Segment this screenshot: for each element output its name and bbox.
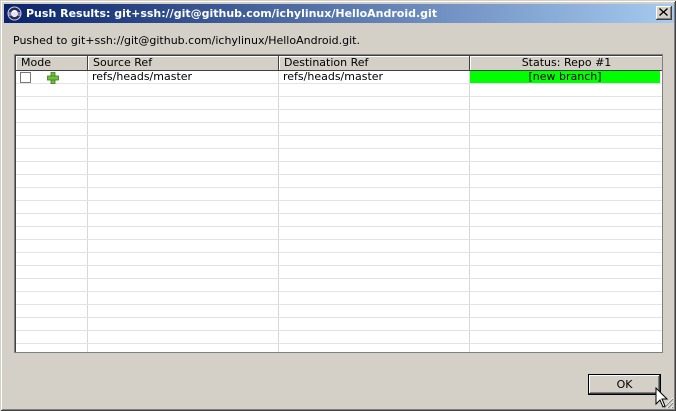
empty-table-row	[16, 84, 662, 97]
empty-table-row	[16, 201, 662, 214]
source-ref-cell: refs/heads/master	[92, 70, 193, 83]
status-cell: [new branch]	[470, 71, 660, 83]
table-body: refs/heads/master refs/heads/master [new…	[16, 70, 662, 352]
title-bar[interactable]: Push Results: git+ssh://git@github.com/i…	[4, 4, 674, 23]
empty-table-row	[16, 253, 662, 266]
empty-table-row	[16, 305, 662, 318]
destination-ref-cell: refs/heads/master	[283, 70, 384, 83]
push-message: Pushed to git+ssh://git@github.com/ichyl…	[13, 34, 360, 47]
empty-table-row	[16, 123, 662, 136]
empty-table-row	[16, 331, 662, 344]
empty-table-row	[16, 240, 662, 253]
empty-table-row	[16, 318, 662, 331]
empty-table-row	[16, 162, 662, 175]
column-header-mode[interactable]: Mode	[16, 56, 88, 71]
empty-table-row	[16, 214, 662, 227]
ok-button[interactable]: OK	[588, 374, 661, 395]
column-header-source-ref[interactable]: Source Ref	[88, 56, 279, 71]
table-row[interactable]: refs/heads/master refs/heads/master [new…	[16, 70, 662, 84]
table-header: Mode Source Ref Destination Ref Status: …	[16, 56, 662, 71]
column-header-destination-ref[interactable]: Destination Ref	[279, 56, 470, 71]
close-icon	[659, 8, 668, 16]
results-table: Mode Source Ref Destination Ref Status: …	[14, 54, 663, 353]
empty-table-row	[16, 188, 662, 201]
add-icon	[47, 72, 59, 84]
push-results-dialog: Push Results: git+ssh://git@github.com/i…	[0, 0, 676, 411]
empty-table-row	[16, 266, 662, 279]
empty-table-row	[16, 97, 662, 110]
empty-table-row	[16, 149, 662, 162]
empty-table-row	[16, 175, 662, 188]
mouse-cursor-icon	[655, 387, 669, 408]
eclipse-icon	[7, 6, 22, 21]
empty-table-row	[16, 292, 662, 305]
empty-table-row	[16, 344, 662, 352]
row-checkbox[interactable]	[20, 72, 31, 83]
window-title: Push Results: git+ssh://git@github.com/i…	[26, 7, 438, 20]
close-button[interactable]	[656, 6, 672, 20]
empty-table-row	[16, 110, 662, 123]
empty-table-row	[16, 279, 662, 292]
empty-table-row	[16, 136, 662, 149]
empty-table-row	[16, 227, 662, 240]
column-header-status[interactable]: Status: Repo #1	[470, 56, 662, 71]
